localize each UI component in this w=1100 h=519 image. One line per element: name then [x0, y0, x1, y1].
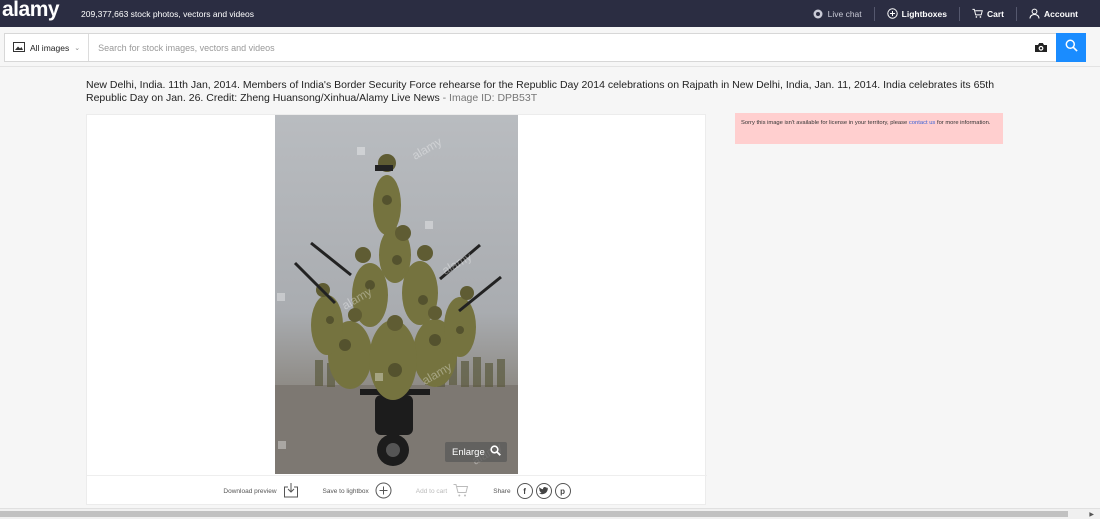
download-icon	[283, 482, 299, 500]
enlarge-label: Enlarge	[452, 446, 485, 458]
caption-text: New Delhi, India. 11th Jan, 2014. Member…	[86, 79, 995, 104]
nav-account[interactable]: Account	[1017, 8, 1090, 19]
notice-text: Sorry this image isn't available for lic…	[741, 120, 909, 126]
enlarge-button[interactable]: Enlarge	[445, 442, 507, 462]
user-icon	[1029, 8, 1040, 19]
add-to-cart-button[interactable]: Add to cart	[416, 483, 469, 500]
chevron-down-icon: ⌄	[74, 44, 81, 52]
search-row: All images ⌄	[0, 27, 1100, 67]
tagline: 209,377,663 stock photos, vectors and vi…	[81, 8, 254, 19]
category-dropdown[interactable]: All images ⌄	[5, 34, 90, 61]
photo-illustration: alamy alamy alamy alamy alamy	[275, 134, 518, 474]
cart-icon	[453, 483, 469, 500]
camera-search-icon[interactable]	[1026, 42, 1056, 53]
nav-live-chat[interactable]: Live chat	[801, 8, 874, 19]
search-icon	[490, 445, 501, 459]
pinterest-icon[interactable]: p	[554, 483, 571, 499]
nav-cart[interactable]: Cart	[960, 8, 1016, 19]
nav-lightboxes-label: Lightboxes	[901, 8, 947, 19]
horizontal-scrollbar[interactable]: ▶	[0, 508, 1100, 519]
nav-account-label: Account	[1044, 8, 1078, 19]
image-caption: New Delhi, India. 11th Jan, 2014. Member…	[86, 79, 1006, 105]
search-button[interactable]	[1056, 33, 1086, 62]
image-card: alamy alamy alamy alamy alamy Enlarge Do…	[86, 114, 707, 506]
image-actions-bar: Download preview Save to lightbox Add to…	[87, 475, 707, 506]
facebook-icon[interactable]: f	[516, 483, 533, 499]
scrollbar-thumb[interactable]	[0, 511, 1068, 517]
image-id: - Image ID: DPB53T	[439, 92, 538, 104]
share-icons: f p	[516, 483, 571, 499]
save-to-lightbox-button[interactable]: Save to lightbox	[323, 482, 392, 501]
nav-lightboxes[interactable]: Lightboxes	[875, 8, 959, 19]
share-group: Share f p	[493, 483, 571, 499]
cart-icon	[972, 8, 983, 19]
chat-icon	[813, 8, 824, 19]
search-icon	[1065, 39, 1078, 57]
save-to-lightbox-label: Save to lightbox	[322, 487, 369, 495]
contact-us-link[interactable]: contact us	[909, 120, 935, 126]
share-label: Share	[493, 487, 511, 495]
download-preview-button[interactable]: Download preview	[223, 482, 298, 500]
top-nav: Live chat Lightboxes Cart Account	[801, 0, 1090, 27]
search-input[interactable]	[89, 34, 1026, 61]
watermark-text: alamy	[410, 134, 445, 162]
category-label: All images	[30, 42, 70, 53]
nav-live-chat-label: Live chat	[827, 8, 862, 19]
plus-circle-icon	[375, 482, 392, 501]
watermark-text: alamy	[440, 249, 475, 277]
twitter-icon[interactable]	[535, 483, 552, 499]
plus-circle-icon	[886, 8, 898, 19]
notice-text-end: for more information.	[935, 120, 991, 126]
scroll-right-arrow-icon[interactable]: ▶	[1089, 511, 1094, 518]
add-to-cart-label: Add to cart	[415, 487, 448, 495]
stock-photo[interactable]: alamy alamy alamy alamy alamy Enlarge	[275, 115, 518, 474]
download-preview-label: Download preview	[223, 487, 277, 495]
nav-cart-label: Cart	[986, 8, 1004, 19]
alamy-logo[interactable]: alamy	[0, 0, 60, 22]
search-box: All images ⌄	[4, 33, 1056, 62]
image-icon	[13, 41, 25, 54]
top-bar: alamy 209,377,663 stock photos, vectors …	[0, 0, 1100, 27]
license-notice: Sorry this image isn't available for lic…	[735, 113, 1003, 144]
